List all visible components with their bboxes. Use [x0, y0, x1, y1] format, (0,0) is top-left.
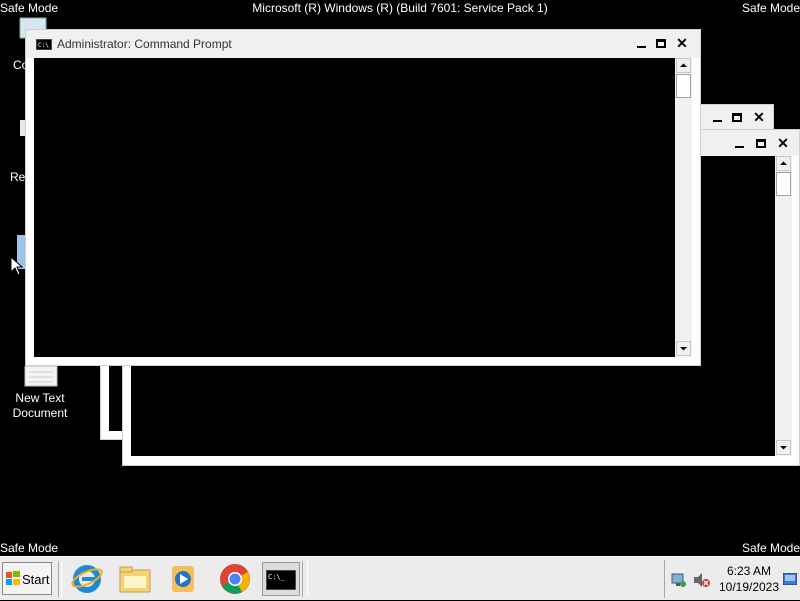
start-label: Start — [22, 572, 50, 587]
text-document-icon — [24, 366, 58, 387]
title-bar[interactable]: C:\ Administrator: Command Prompt ✕ — [26, 30, 700, 58]
safe-mode-label-bottom-left: Safe Mode — [0, 541, 59, 555]
minimize-button[interactable] — [729, 135, 749, 151]
windows-explorer-icon — [119, 566, 151, 593]
taskbar: Start C:\_ 6:23 AM 10/19/2023 — [0, 556, 800, 600]
vertical-scrollbar[interactable] — [775, 156, 792, 456]
safe-mode-label-top-right: Safe Mode — [741, 1, 800, 15]
taskbar-internet-explorer[interactable] — [70, 562, 104, 596]
system-tray: 6:23 AM 10/19/2023 — [664, 560, 800, 598]
chrome-icon — [220, 564, 250, 594]
media-player-icon — [172, 566, 194, 592]
clock-date: 10/19/2023 — [718, 580, 780, 594]
command-prompt-window[interactable]: C:\ Administrator: Command Prompt ✕ — [25, 29, 701, 366]
scroll-thumb[interactable] — [776, 172, 791, 196]
internet-explorer-icon — [71, 565, 103, 593]
mouse-cursor-icon — [10, 256, 24, 276]
windows-logo-icon — [6, 571, 20, 585]
chevron-down-icon — [780, 446, 787, 450]
network-icon[interactable] — [671, 572, 687, 588]
chevron-down-icon — [680, 347, 687, 351]
scroll-up-button[interactable] — [676, 58, 691, 73]
console-output-area[interactable] — [34, 58, 675, 357]
desktop-icon-label: Re — [10, 170, 26, 184]
chevron-up-icon — [680, 63, 687, 67]
taskbar-separator — [302, 561, 308, 597]
scroll-down-button[interactable] — [676, 341, 691, 356]
cmd-icon: C:\ — [36, 39, 52, 50]
taskbar-chrome[interactable] — [218, 562, 252, 596]
desktop-icon-new-text-document[interactable]: New Text Document — [0, 366, 80, 426]
close-button[interactable]: ✕ — [773, 135, 793, 151]
scroll-up-button[interactable] — [776, 156, 791, 171]
window-title: Administrator: Command Prompt — [57, 37, 232, 51]
start-button[interactable]: Start — [2, 562, 52, 595]
desktop-icon-label: New Text Document — [12, 391, 68, 420]
close-button[interactable]: ✕ — [749, 109, 769, 125]
taskbar-command-prompt[interactable]: C:\_ — [262, 562, 300, 596]
taskbar-media-player[interactable] — [166, 562, 200, 596]
clock[interactable]: 6:23 AM 10/19/2023 — [717, 563, 781, 595]
svg-text:C:\: C:\ — [38, 42, 49, 49]
safe-mode-label-bottom-right: Safe Mode — [741, 541, 800, 555]
taskbar-separator — [58, 561, 62, 597]
volume-muted-icon[interactable] — [693, 572, 711, 588]
vertical-scrollbar[interactable] — [675, 58, 692, 357]
show-desktop-icon[interactable] — [783, 573, 797, 585]
scroll-thumb[interactable] — [676, 74, 691, 98]
maximize-button[interactable] — [651, 35, 671, 51]
scroll-down-button[interactable] — [776, 440, 791, 455]
taskbar-windows-explorer[interactable] — [118, 562, 152, 596]
svg-text:C:\_: C:\_ — [268, 573, 286, 581]
clock-time: 6:23 AM — [726, 564, 772, 578]
command-prompt-icon: C:\_ — [266, 570, 296, 590]
minimize-button[interactable] — [631, 35, 651, 51]
close-button[interactable]: ✕ — [672, 35, 692, 51]
maximize-button[interactable] — [727, 109, 747, 125]
chevron-up-icon — [780, 161, 787, 165]
os-build-banner: Microsoft (R) Windows (R) (Build 7601: S… — [252, 1, 548, 15]
maximize-button[interactable] — [751, 135, 771, 151]
minimize-button[interactable] — [707, 109, 727, 125]
